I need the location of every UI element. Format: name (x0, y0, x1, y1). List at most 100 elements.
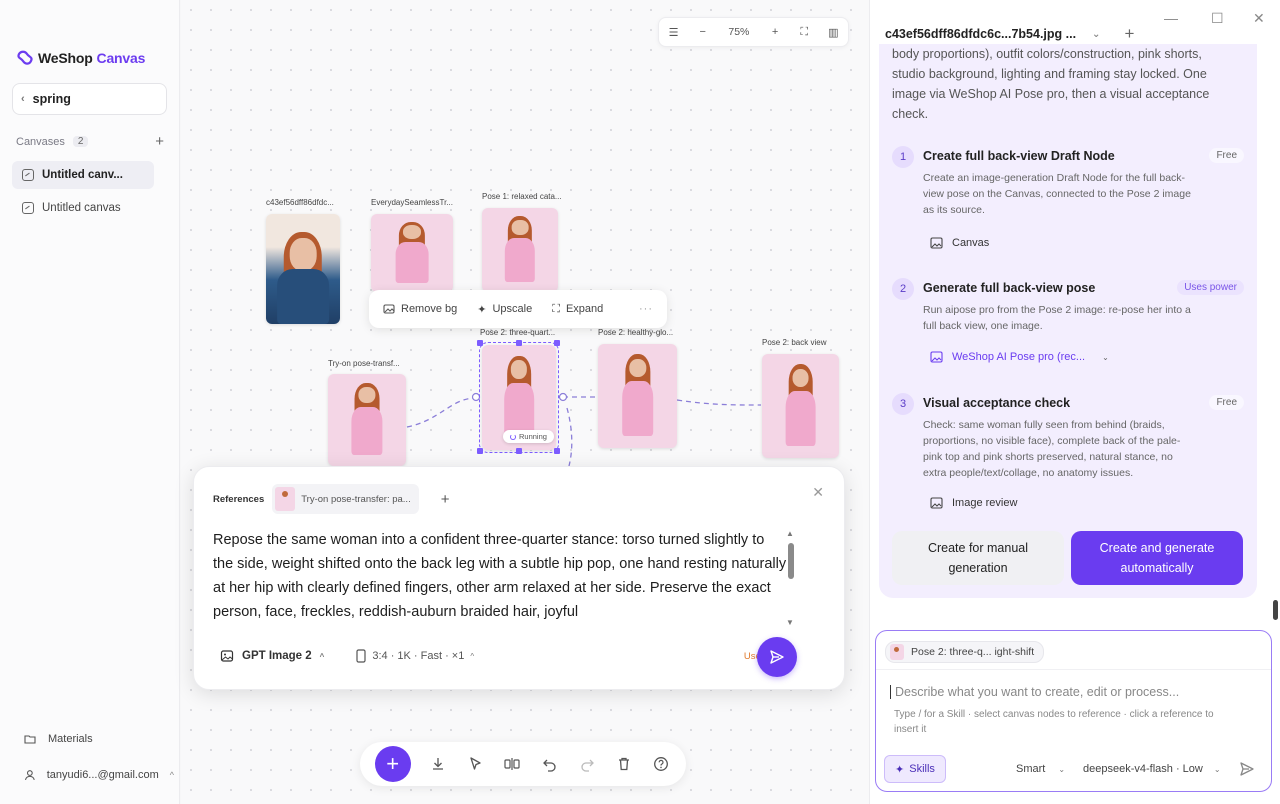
panel-title[interactable]: c43ef56dff86dfdc6c...7b54.jpg ... (885, 27, 1076, 41)
zoom-level[interactable]: 75% (721, 26, 757, 38)
chat-send-button[interactable] (1239, 761, 1255, 782)
more-icon[interactable]: ··· (639, 303, 653, 315)
generation-options[interactable]: 3:4 · 1K · Fast · ×1 ^ (356, 649, 474, 663)
canvases-label: Canvases (16, 135, 65, 148)
sidebar-item-canvas-1[interactable]: Untitled canv... (12, 161, 154, 189)
step-title: Create full back-view Draft Node (923, 149, 1115, 163)
prompt-textarea[interactable]: Repose the same woman into a confident t… (213, 528, 788, 624)
app-logo[interactable]: WeShop Canvas (16, 49, 145, 67)
mode-selector[interactable]: Smart ⌄ (1016, 763, 1065, 775)
close-icon[interactable]: ✕ (812, 484, 824, 501)
fit-screen-icon[interactable]: ⛶ (793, 26, 815, 39)
undo-icon[interactable] (540, 754, 560, 774)
canvas-node-image[interactable] (266, 214, 340, 324)
zoom-toolbar: ☰ − 75% + ⛶ ▥ (658, 17, 849, 47)
canvas-node-image[interactable] (762, 354, 839, 458)
scroll-down-icon[interactable]: ▼ (786, 618, 794, 627)
chevron-down-icon[interactable]: ⌄ (1092, 29, 1100, 40)
step-tool-selector[interactable]: WeShop AI Pose pro (rec... ⌄ (930, 351, 1109, 363)
reference-chip[interactable]: Try-on pose-transfer: pa... (272, 484, 419, 514)
expand-button[interactable]: ⛶ Expand (552, 303, 603, 316)
resize-handle[interactable] (516, 448, 522, 454)
pointer-icon[interactable] (465, 754, 485, 774)
resize-handle[interactable] (477, 340, 483, 346)
canvas-node-image[interactable] (371, 214, 453, 292)
expand-icon: ⛶ (552, 302, 560, 315)
maximize-icon[interactable]: ☐ (1211, 10, 1224, 27)
panel-scrollbar[interactable] (1273, 600, 1278, 620)
upscale-button[interactable]: ✦ Upscale (477, 303, 532, 316)
prompt-scrollbar[interactable]: ▲ ▼ (786, 529, 796, 627)
canvas-node-image[interactable] (482, 208, 558, 292)
scroll-thumb[interactable] (788, 543, 794, 579)
canvas-node-image[interactable] (598, 344, 677, 448)
zoom-in-icon[interactable]: + (764, 26, 786, 38)
step-tool-image-review[interactable]: Image review (930, 497, 1017, 509)
chat-model-selector[interactable]: deepseek-v4-flash · Low ⌄ (1083, 763, 1221, 775)
trash-icon[interactable] (614, 754, 634, 774)
send-button[interactable] (757, 637, 797, 677)
folder-icon (24, 735, 36, 744)
list-icon[interactable]: ☰ (663, 26, 685, 39)
canvas-node-image[interactable] (328, 374, 406, 466)
step-description: Run aipose pro from the Pose 2 image: re… (923, 304, 1191, 332)
add-canvas-icon[interactable]: + (155, 133, 164, 150)
resize-handle[interactable] (477, 448, 483, 454)
scroll-up-icon[interactable]: ▲ (786, 529, 794, 538)
remove-bg-button[interactable]: Remove bg (383, 303, 457, 315)
chat-chip-label: Pose 2: three-q... ight-shift (911, 646, 1035, 658)
step-number: 3 (892, 393, 914, 415)
expand-label: Expand (565, 303, 604, 315)
step-tool-label: Canvas (952, 237, 990, 249)
node-label: Pose 2: back view (762, 338, 827, 347)
references-label: References (213, 493, 265, 505)
step-badge: Uses power (1177, 280, 1244, 295)
redo-icon[interactable] (577, 754, 597, 774)
map-icon[interactable]: ▥ (822, 26, 844, 39)
resize-handle[interactable] (516, 340, 522, 346)
help-icon[interactable] (651, 754, 671, 774)
panel-header: c43ef56dff86dfdc6c...7b54.jpg ... ⌄ + (885, 24, 1134, 44)
step-badge: Free (1209, 148, 1244, 163)
add-reference-icon[interactable]: + (441, 491, 450, 508)
model-selector[interactable]: GPT Image 2 ^ (220, 649, 324, 663)
image-icon (383, 304, 395, 314)
resize-handle[interactable] (554, 448, 560, 454)
references-row: References Try-on pose-transfer: pa... + (213, 484, 449, 514)
new-chat-icon[interactable]: + (1124, 24, 1134, 44)
window-close-icon[interactable]: ✕ (1253, 10, 1265, 27)
materials-link[interactable]: Materials (24, 733, 93, 745)
aspect-ratio-icon (356, 649, 366, 663)
logo-product: Canvas (96, 50, 146, 66)
sidebar-item-canvas-2[interactable]: Untitled canvas (12, 194, 154, 222)
divider (876, 669, 1271, 670)
create-auto-button[interactable]: Create and generate automatically (1071, 531, 1243, 585)
prompt-footer: GPT Image 2 ^ 3:4 · 1K · Fast · ×1 ^ Use… (220, 649, 800, 663)
running-status-badge: Running (503, 430, 554, 443)
add-node-button[interactable]: + (374, 746, 411, 782)
project-selector[interactable]: ‹ spring (12, 83, 167, 115)
compare-icon[interactable] (502, 754, 522, 774)
account-menu[interactable]: tanyudi6...@gmail.com ^ (24, 769, 174, 781)
download-icon[interactable] (428, 754, 448, 774)
running-label: Running (519, 432, 547, 441)
chat-input-box: Pose 2: three-q... ight-shift Describe w… (875, 630, 1272, 792)
create-manual-button[interactable]: Create for manual generation (892, 531, 1064, 585)
step-tool-canvas[interactable]: Canvas (930, 237, 989, 249)
chat-reference-chip[interactable]: Pose 2: three-q... ight-shift (885, 641, 1045, 663)
step-title: Generate full back-view pose (923, 281, 1096, 295)
step-number: 2 (892, 278, 914, 300)
image-icon (930, 497, 943, 509)
resize-handle[interactable] (554, 340, 560, 346)
minimize-icon[interactable]: — (1164, 10, 1178, 26)
step-description: Create an image-generation Draft Node fo… (923, 172, 1191, 216)
plan-intro: body proportions), outfit colors/constru… (892, 47, 1210, 121)
bottom-toolbar: + (360, 742, 686, 786)
node-label: EverydaySeamlessTr... (371, 198, 453, 207)
chat-hint: Type / for a Skill · select canvas nodes… (894, 709, 1214, 735)
skills-button[interactable]: ✦ Skills (884, 755, 946, 783)
send-icon (1240, 762, 1254, 776)
chat-input[interactable]: Describe what you want to create, edit o… (890, 685, 1179, 699)
weshop-logo-icon (17, 50, 33, 65)
zoom-out-icon[interactable]: − (692, 26, 714, 38)
